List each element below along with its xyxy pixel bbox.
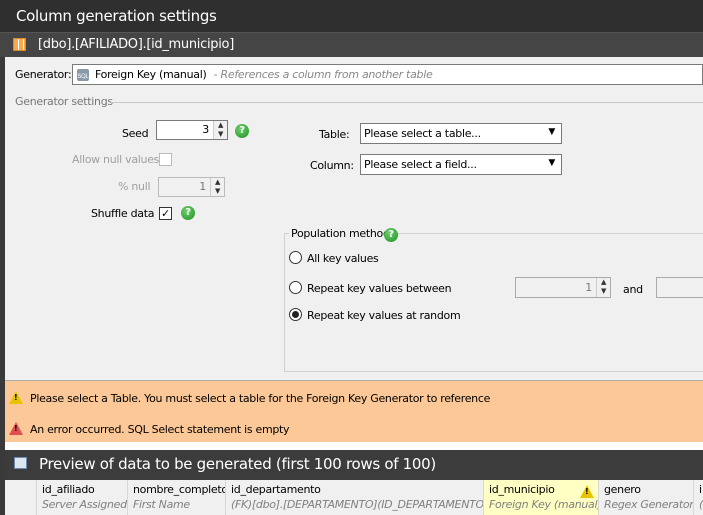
chevron-down-icon: ▼ bbox=[548, 158, 555, 168]
percent-null-spinner[interactable]: ▲ ▼ bbox=[210, 178, 224, 196]
preview-title: Preview of data to be generated (first 1… bbox=[5, 450, 703, 480]
preview-grid: id_afiliado Server Assigned nombre_comple… bbox=[5, 480, 703, 515]
column-select-value: Please select a field... bbox=[364, 158, 477, 171]
option-label: Repeat key values at random bbox=[307, 309, 461, 322]
table-select-value: Please select a table... bbox=[364, 127, 481, 140]
warning-icon: ! bbox=[580, 485, 594, 498]
error-icon: ! bbox=[9, 422, 23, 435]
between-min-input[interactable]: 1 ▲ ▼ bbox=[515, 277, 611, 298]
shuffle-checkbox[interactable]: ✓ bbox=[159, 207, 172, 220]
grid-column-header[interactable]: id_municipio Foreign Key (manual) ! bbox=[483, 480, 598, 515]
percent-null-input[interactable]: 1 ▲ ▼ bbox=[158, 177, 225, 197]
warning-message: Please select a Table. You must select a… bbox=[30, 392, 491, 405]
seed-label: Seed bbox=[122, 127, 149, 140]
column-select[interactable]: Please select a field... ▼ bbox=[360, 154, 562, 175]
radio-repeat-between[interactable] bbox=[289, 281, 302, 294]
grid-column-header[interactable]: nombre_completo First Name bbox=[127, 480, 225, 515]
grid-column-header[interactable]: id_afiliado Server Assigned bbox=[36, 480, 127, 515]
grid-column-header[interactable]: genero Regex Generator bbox=[598, 480, 693, 515]
help-icon[interactable]: ? bbox=[384, 228, 398, 242]
window-title: Column generation settings bbox=[0, 0, 703, 33]
error-message: An error occurred. SQL Select statement … bbox=[30, 423, 290, 436]
generator-settings-label: Generator settings bbox=[15, 95, 113, 108]
option-label: Repeat key values between bbox=[307, 282, 452, 295]
grid-column-header[interactable]: i( bbox=[693, 480, 703, 515]
percent-null-value: 1 bbox=[199, 180, 206, 193]
messages-panel: ! Please select a Table. You must select… bbox=[5, 380, 703, 442]
help-icon[interactable]: ? bbox=[181, 206, 195, 220]
preview-icon bbox=[14, 457, 27, 469]
radio-all-key-values[interactable] bbox=[289, 251, 302, 264]
between-max-input[interactable] bbox=[656, 277, 703, 298]
generator-label: Generator: bbox=[15, 68, 72, 81]
help-icon[interactable]: ? bbox=[235, 124, 249, 138]
warning-icon: ! bbox=[9, 391, 23, 404]
settings-panel: Generator: SQL Foreign Key (manual) - Re… bbox=[5, 57, 703, 380]
column-label: Column: bbox=[310, 159, 354, 172]
and-label: and bbox=[623, 283, 643, 296]
seed-spinner[interactable]: ▲ ▼ bbox=[213, 121, 227, 139]
generator-select[interactable]: SQL Foreign Key (manual) - References a … bbox=[72, 64, 703, 85]
column-path: [dbo].[AFILIADO].[id_municipio] bbox=[0, 33, 703, 57]
chevron-down-icon: ▼ bbox=[548, 127, 555, 137]
seed-value: 3 bbox=[202, 123, 209, 136]
table-label: Table: bbox=[319, 128, 350, 141]
table-select[interactable]: Please select a table... ▼ bbox=[360, 123, 562, 144]
seed-input[interactable]: 3 ▲ ▼ bbox=[156, 120, 228, 140]
radio-repeat-random[interactable] bbox=[289, 308, 302, 321]
population-label: Population method bbox=[289, 227, 392, 240]
sql-database-icon: SQL bbox=[77, 69, 89, 81]
grid-column-header[interactable]: id_departamento (FK)[dbo].[DEPARTAMENTO](… bbox=[225, 480, 483, 515]
option-label: All key values bbox=[307, 252, 379, 265]
generator-name: Foreign Key (manual) bbox=[95, 68, 207, 81]
percent-null-label: % null bbox=[118, 180, 151, 193]
allow-null-checkbox[interactable] bbox=[159, 153, 172, 166]
table-icon bbox=[13, 38, 26, 51]
between-min-spinner[interactable]: ▲ ▼ bbox=[596, 278, 610, 297]
between-min-value: 1 bbox=[585, 281, 592, 294]
allow-null-label: Allow null values bbox=[72, 153, 160, 166]
generator-description: - References a column from another table bbox=[213, 68, 433, 81]
shuffle-label: Shuffle data bbox=[91, 207, 155, 220]
